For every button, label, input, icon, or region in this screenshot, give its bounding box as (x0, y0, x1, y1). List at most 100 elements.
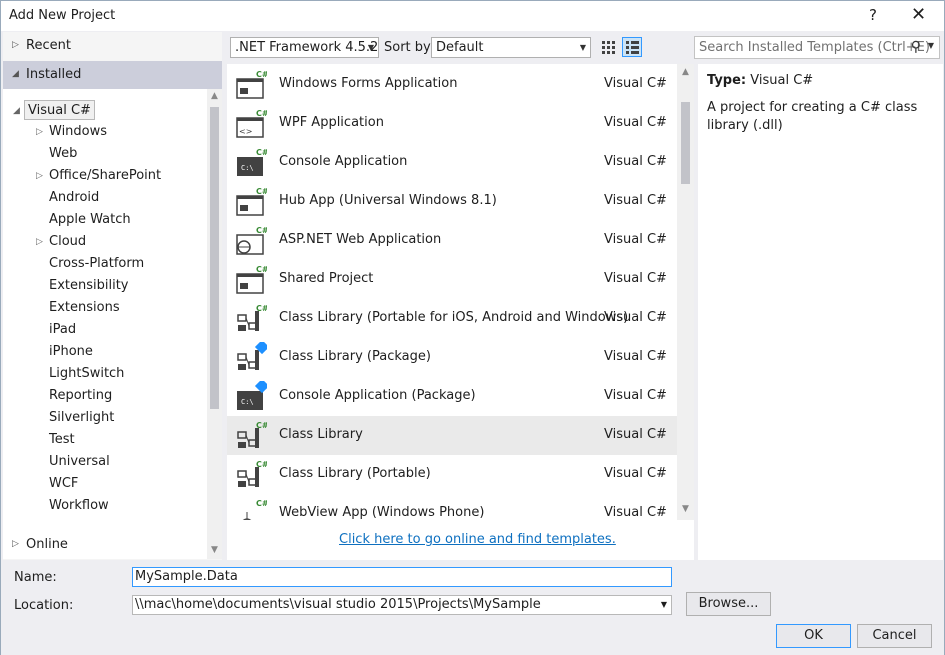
template-row[interactable]: C# Shared Project Visual C# (227, 260, 677, 299)
template-name: Console Application (279, 154, 408, 169)
tree-item-label: iPhone (49, 344, 93, 359)
tree-item-label: LightSwitch (49, 366, 125, 381)
tree-item[interactable]: iPhone (49, 342, 93, 362)
template-row[interactable]: C:\C# Console Application Visual C# (227, 143, 677, 182)
svg-text:C#: C# (256, 499, 267, 508)
tree-item[interactable]: LightSwitch (49, 364, 124, 384)
collapse-arrow-icon[interactable]: ◢ (13, 101, 20, 121)
tree-item-label: Reporting (49, 388, 113, 403)
tree-scrollbar-thumb[interactable] (210, 107, 219, 409)
list-view-button[interactable] (622, 37, 642, 57)
template-row[interactable]: <> C# WPF Application Visual C# (227, 104, 677, 143)
expand-arrow-icon: ▷ (12, 539, 19, 549)
chevron-down-icon[interactable]: ▼ (928, 41, 934, 50)
template-icon: C# (235, 69, 269, 99)
tree-item[interactable]: Android (49, 188, 99, 208)
template-name: ASP.NET Web Application (279, 232, 442, 247)
template-name: Shared Project (279, 271, 374, 286)
tree-item[interactable]: Workflow (49, 496, 109, 516)
tree-item-label: Visual C# (28, 103, 91, 118)
svg-text:C#: C# (256, 226, 267, 235)
template-row[interactable]: C:\ Console Application (Package) Visual C… (227, 377, 677, 416)
add-new-project-dialog: Add New Project ? ✕ ▷ Recent ◢ Installed… (0, 0, 945, 655)
tree-item-label: Android (49, 190, 100, 205)
template-list-scrollbar[interactable]: ▲ ▼ (677, 64, 694, 520)
tree-item[interactable]: Web (49, 144, 77, 164)
template-name: WebView App (Windows Phone) (279, 505, 485, 520)
tree-item-label: Test (49, 432, 75, 447)
tree-item-label: Cross-Platform (49, 256, 145, 271)
sort-dropdown[interactable]: Default ▼ (431, 37, 591, 58)
template-icon: C:\C# (235, 147, 269, 177)
expand-arrow-icon[interactable]: ▷ (36, 232, 43, 252)
template-name: Hub App (Universal Windows 8.1) (279, 193, 497, 208)
tree-item[interactable]: Silverlight (49, 408, 114, 428)
ok-button[interactable]: OK (776, 624, 851, 648)
svg-text:C#: C# (256, 70, 267, 79)
template-list-panel: C# Windows Forms Application Visual C# <> C#… (227, 64, 694, 560)
tree-item[interactable]: Reporting (49, 386, 112, 406)
tree-item[interactable]: Extensibility (49, 276, 129, 296)
class-library-package-icon (237, 339, 270, 370)
web-app-icon: C# (236, 226, 269, 255)
template-row[interactable]: C# Hub App (Universal Windows 8.1) Visual … (227, 182, 677, 221)
tree-item[interactable]: ◢ Visual C# (13, 100, 95, 120)
online-templates-link[interactable]: Click here to go online and find templat… (339, 532, 616, 547)
scroll-up-icon[interactable]: ▲ (679, 67, 692, 77)
tree-item-label: Extensibility (49, 278, 129, 293)
tree-item[interactable]: Test (49, 430, 75, 450)
tree-item-label: Office/SharePoint (49, 168, 162, 183)
svg-text:<>: <> (239, 127, 252, 136)
tree-item[interactable]: ▷ Cloud (36, 232, 87, 252)
template-name: Class Library (279, 427, 363, 442)
scroll-up-icon[interactable]: ▲ (208, 91, 221, 101)
cancel-button[interactable]: Cancel (857, 624, 932, 648)
template-row[interactable]: C# ASP.NET Web Application Visual C# (227, 221, 677, 260)
template-row[interactable]: C# WebView App (Windows Phone) Visual C# (227, 494, 677, 520)
tree-item[interactable]: ▷ Windows (36, 122, 107, 142)
template-name: Console Application (Package) (279, 388, 476, 403)
template-name: Class Library (Portable) (279, 466, 431, 481)
template-icon: C# (235, 498, 269, 520)
collapse-arrow-icon: ◢ (12, 69, 19, 79)
template-row[interactable]: C# Class Library Visual C# (227, 416, 677, 455)
help-button[interactable]: ? (869, 6, 877, 24)
tree-item[interactable]: Universal (49, 452, 110, 472)
template-row[interactable]: C# Windows Forms Application Visual C# (227, 65, 677, 104)
template-row[interactable]: C# Class Library (Portable for iOS, Andro… (227, 299, 677, 338)
tree-item[interactable]: Cross-Platform (49, 254, 144, 274)
installed-section[interactable]: ◢ Installed (3, 61, 222, 89)
template-language: Visual C# (604, 466, 667, 481)
online-label: Online (26, 537, 68, 552)
template-scrollbar-thumb[interactable] (681, 102, 690, 184)
tree-item-label: Cloud (49, 234, 87, 249)
template-icon: C:\ (235, 378, 270, 411)
tree-item-label: WCF (49, 476, 79, 491)
framework-dropdown[interactable]: .NET Framework 4.5.2 ▼ (230, 37, 379, 58)
tree-item[interactable]: iPad (49, 320, 76, 340)
tree-item[interactable]: WCF (49, 474, 78, 494)
template-name: Class Library (Package) (279, 349, 431, 364)
tree-item[interactable]: ▷ Office/SharePoint (36, 166, 162, 186)
expand-arrow-icon[interactable]: ▷ (36, 166, 43, 186)
tree-item[interactable]: Extensions (49, 298, 120, 318)
expand-arrow-icon[interactable]: ▷ (36, 122, 43, 142)
project-name-input[interactable]: MySample.Data (132, 567, 672, 587)
online-section[interactable]: ▷ Online (3, 531, 222, 559)
framework-value: .NET Framework 4.5.2 (235, 40, 379, 55)
installed-label: Installed (26, 67, 82, 82)
template-row[interactable]: Class Library (Package) Visual C# (227, 338, 677, 377)
location-combo[interactable]: \\mac\home\documents\visual studio 2015\… (132, 595, 672, 615)
search-icon[interactable]: ⚲ (911, 39, 921, 55)
browse-button[interactable]: Browse... (686, 592, 771, 616)
tree-scrollbar[interactable]: ▲ ▼ (207, 89, 222, 559)
tree-item[interactable]: Apple Watch (49, 210, 131, 230)
template-row[interactable]: C# Class Library (Portable) Visual C# (227, 455, 677, 494)
template-icon (235, 339, 270, 372)
small-icons-view-button[interactable] (598, 37, 618, 57)
recent-section[interactable]: ▷ Recent (3, 32, 222, 60)
scroll-down-icon[interactable]: ▼ (679, 504, 692, 514)
close-button[interactable]: ✕ (911, 4, 926, 25)
template-search-box[interactable]: Search Installed Templates (Ctrl+E) ⚲ ▼ (694, 36, 940, 59)
template-language: Visual C# (604, 193, 667, 208)
